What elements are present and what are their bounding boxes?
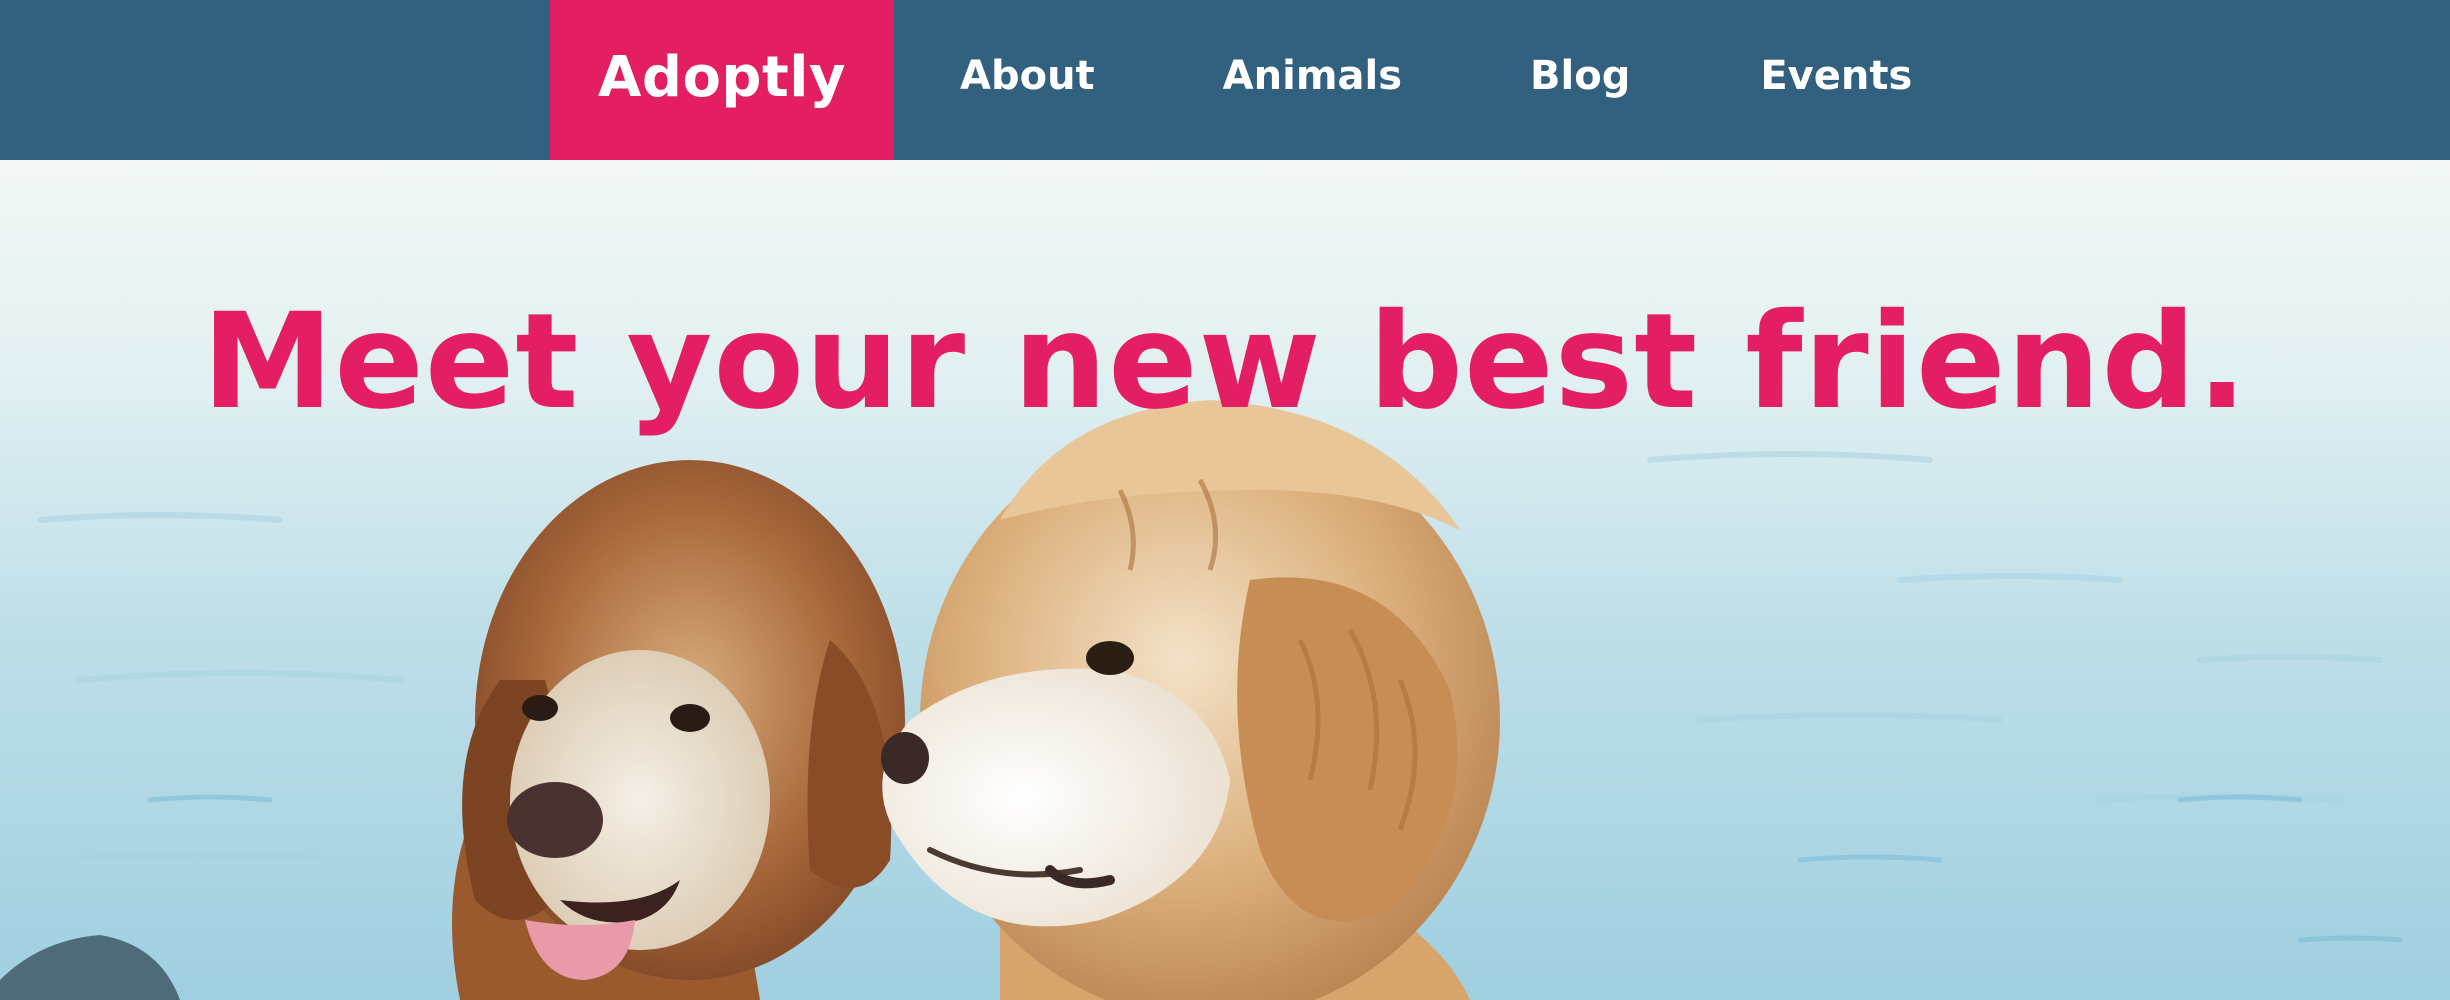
nav-link-blog[interactable]: Blog — [1530, 53, 1630, 107]
hero-headline: Meet your new best friend. — [201, 285, 2249, 439]
nav-links: About Animals Blog Events — [894, 0, 1912, 160]
brand-logo-link[interactable]: Adoptly — [550, 0, 894, 160]
hero-section: Meet your new best friend. — [0, 160, 2450, 1000]
nav-link-animals[interactable]: Animals — [1223, 53, 1402, 107]
nav-link-about[interactable]: About — [960, 53, 1095, 107]
page: Adoptly About Animals Blog Events Meet y… — [0, 0, 2450, 1000]
nav-link-events[interactable]: Events — [1760, 53, 1912, 107]
top-navbar: Adoptly About Animals Blog Events — [0, 0, 2450, 160]
